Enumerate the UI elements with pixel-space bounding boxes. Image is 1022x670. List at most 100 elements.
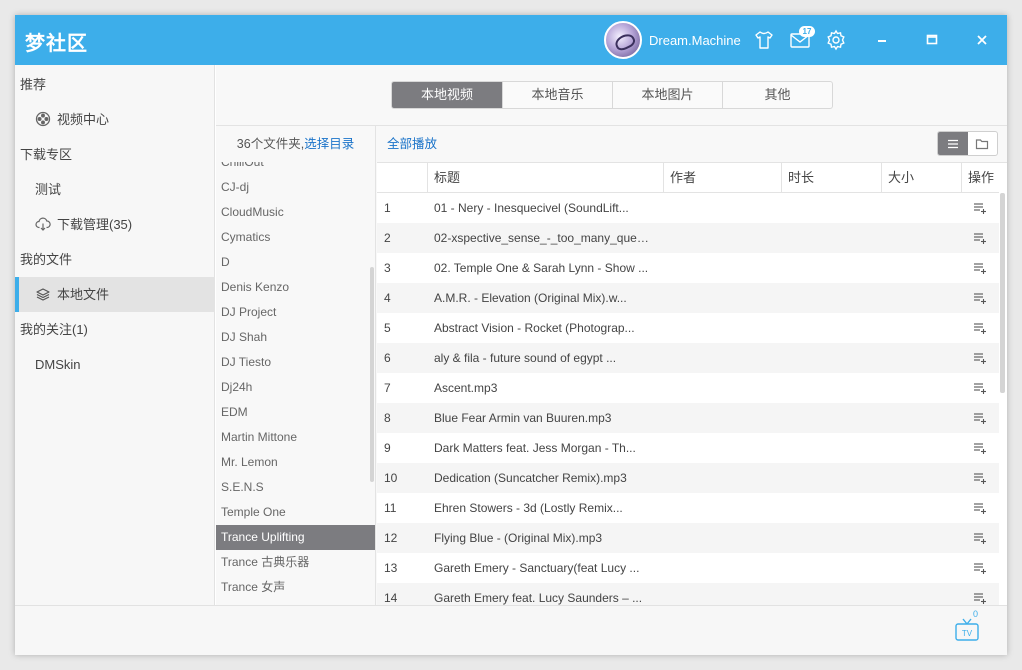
folder-count-text: 36个文件夹,	[236, 137, 305, 151]
row-number: 2	[384, 231, 391, 245]
table-row[interactable]: 7 Ascent.mp3	[377, 373, 999, 403]
sidebar-item-video-center[interactable]: 视频中心	[15, 102, 215, 137]
close-button[interactable]	[969, 27, 995, 53]
table-row[interactable]: 6 aly & fila - future sound of egypt ...	[377, 343, 999, 373]
list-view-button[interactable]	[938, 132, 968, 155]
tab-other[interactable]: 其他	[722, 82, 832, 108]
folder-item[interactable]: Cymatics	[216, 225, 375, 250]
minimize-button[interactable]	[869, 27, 895, 53]
folder-item[interactable]: Denis Kenzo	[216, 275, 375, 300]
row-title: 02-xspective_sense_-_too_many_quest...	[434, 231, 654, 245]
tab-local-music[interactable]: 本地音乐	[502, 82, 612, 108]
add-to-playlist-icon[interactable]	[973, 381, 987, 395]
folder-item[interactable]: Dj24h	[216, 375, 375, 400]
folder-item[interactable]: CJ-dj	[216, 175, 375, 200]
folder-item[interactable]: Temple One	[216, 500, 375, 525]
folder-item[interactable]: Martin Mittone	[216, 425, 375, 450]
table-row[interactable]: 11 Ehren Stowers - 3d (Lostly Remix...	[377, 493, 999, 523]
row-title: Gareth Emery - Sanctuary(feat Lucy ...	[434, 561, 640, 575]
row-number: 12	[384, 531, 398, 545]
table-row[interactable]: 5 Abstract Vision - Rocket (Photograp...	[377, 313, 999, 343]
add-to-playlist-icon[interactable]	[973, 411, 987, 425]
add-to-playlist-icon[interactable]	[973, 201, 987, 215]
folder-item[interactable]: EDM	[216, 400, 375, 425]
row-number: 8	[384, 411, 391, 425]
folder-item-selected[interactable]: Trance Uplifting	[216, 525, 375, 550]
shirt-icon[interactable]	[752, 28, 776, 52]
folder-item[interactable]: DJ Project	[216, 300, 375, 325]
add-to-playlist-icon[interactable]	[973, 291, 987, 305]
sidebar-item-label: 下载管理(35)	[57, 217, 133, 232]
add-to-playlist-icon[interactable]	[973, 561, 987, 575]
folder-item[interactable]: ChillOut	[216, 162, 375, 175]
folder-list: ChillOut CJ-dj CloudMusic Cymatics D Den…	[216, 162, 376, 605]
maximize-button[interactable]	[919, 27, 945, 53]
add-to-playlist-icon[interactable]	[973, 261, 987, 275]
add-to-playlist-icon[interactable]	[973, 321, 987, 335]
avatar[interactable]	[604, 21, 642, 59]
folder-scrollbar[interactable]	[370, 267, 374, 482]
sidebar-item-local-files[interactable]: 本地文件	[15, 277, 215, 312]
tv-icon[interactable]: TV	[953, 616, 981, 644]
file-table: 标题 作者 时长 大小 操作 1 01 - Nery - Inesquecive…	[377, 162, 1007, 605]
sidebar-item-test[interactable]: 测试	[15, 172, 215, 207]
username[interactable]: Dream.Machine	[649, 33, 741, 48]
row-number: 13	[384, 561, 398, 575]
folder-item[interactable]: Mr. Lemon	[216, 450, 375, 475]
table-row[interactable]: 10 Dedication (Suncatcher Remix).mp3	[377, 463, 999, 493]
folder-item[interactable]: DJ Tiesto	[216, 350, 375, 375]
sidebar-section-recommend: 推荐	[20, 77, 47, 92]
table-scrollbar[interactable]	[1000, 193, 1005, 393]
row-title: Dark Matters feat. Jess Morgan - Th...	[434, 441, 636, 455]
add-to-playlist-icon[interactable]	[973, 501, 987, 515]
row-number: 3	[384, 261, 391, 275]
table-row[interactable]: 13 Gareth Emery - Sanctuary(feat Lucy ..…	[377, 553, 999, 583]
table-row[interactable]: 2 02-xspective_sense_-_too_many_quest...	[377, 223, 999, 253]
header-duration[interactable]: 时长	[781, 163, 881, 193]
choose-directory-link[interactable]: 选择目录	[304, 137, 354, 151]
table-row[interactable]: 14 Gareth Emery feat. Lucy Saunders – ..…	[377, 583, 999, 605]
sidebar-section-download: 下载专区	[20, 147, 73, 162]
row-number: 1	[384, 201, 391, 215]
play-all-link[interactable]: 全部播放	[387, 126, 437, 162]
tab-local-pictures[interactable]: 本地图片	[612, 82, 722, 108]
folder-item[interactable]: D	[216, 250, 375, 275]
row-title: Blue Fear Armin van Buuren.mp3	[434, 411, 612, 425]
header-title[interactable]: 标题	[427, 163, 663, 193]
cloud-download-icon	[35, 216, 51, 232]
table-row[interactable]: 4 A.M.R. - Elevation (Original Mix).w...	[377, 283, 999, 313]
folder-item[interactable]: DJ Shah	[216, 325, 375, 350]
add-to-playlist-icon[interactable]	[973, 441, 987, 455]
add-to-playlist-icon[interactable]	[973, 351, 987, 365]
folder-item[interactable]: CloudMusic	[216, 200, 375, 225]
add-to-playlist-icon[interactable]	[973, 591, 987, 605]
add-to-playlist-icon[interactable]	[973, 471, 987, 485]
table-row[interactable]: 8 Blue Fear Armin van Buuren.mp3	[377, 403, 999, 433]
add-to-playlist-icon[interactable]	[973, 531, 987, 545]
row-number: 5	[384, 321, 391, 335]
sidebar: 推荐 视频中心 下载专区 测试 下载管理(35) 我的文件 本地文件 我的关注(…	[15, 65, 215, 605]
folder-item[interactable]: Trance 古典乐器	[216, 550, 375, 575]
tv-count-badge: 0	[973, 609, 979, 619]
add-to-playlist-icon[interactable]	[973, 231, 987, 245]
row-title: Abstract Vision - Rocket (Photograp...	[434, 321, 635, 335]
sidebar-item-dmskin[interactable]: DMSkin	[15, 347, 215, 382]
gear-icon[interactable]	[824, 28, 848, 52]
tab-local-video[interactable]: 本地视频	[392, 82, 502, 108]
row-title: 02. Temple One & Sarah Lynn - Show ...	[434, 261, 649, 275]
row-number: 4	[384, 291, 391, 305]
app-window: 梦社区 Dream.Machine 17 推荐 视频中心 下载专区 测试 下载管…	[15, 15, 1007, 655]
row-title: Flying Blue - (Original Mix).mp3	[434, 531, 603, 545]
header-author[interactable]: 作者	[663, 163, 781, 193]
header-size[interactable]: 大小	[881, 163, 961, 193]
sidebar-item-download-manage[interactable]: 下载管理(35)	[15, 207, 215, 242]
main-content: 本地视频 本地音乐 本地图片 其他 36个文件夹,选择目录 ChillOut C…	[216, 65, 1007, 605]
table-row[interactable]: 1 01 - Nery - Inesquecivel (SoundLift...	[377, 193, 999, 223]
folder-item[interactable]: Trance 女声	[216, 575, 375, 600]
table-row[interactable]: 3 02. Temple One & Sarah Lynn - Show ...	[377, 253, 999, 283]
table-row[interactable]: 9 Dark Matters feat. Jess Morgan - Th...	[377, 433, 999, 463]
folder-item[interactable]: S.E.N.S	[216, 475, 375, 500]
film-reel-icon	[35, 111, 51, 127]
folder-view-button[interactable]	[968, 132, 998, 155]
table-row[interactable]: 12 Flying Blue - (Original Mix).mp3	[377, 523, 999, 553]
